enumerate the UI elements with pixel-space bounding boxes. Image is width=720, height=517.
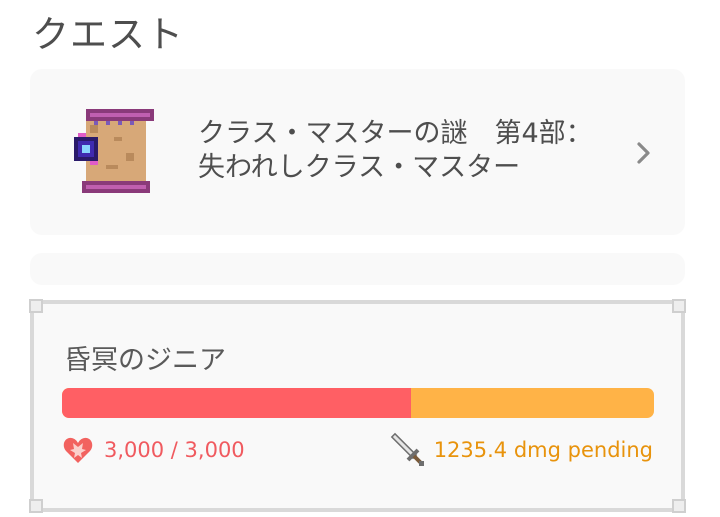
quest-title-line2: 失われしクラス・マスター bbox=[198, 152, 521, 183]
corner-ornament bbox=[672, 499, 686, 513]
quest-title-line1: クラス・マスターの謎 第4部： bbox=[198, 118, 593, 149]
scroll-icon bbox=[74, 109, 154, 193]
chevron-right-icon[interactable] bbox=[634, 141, 654, 165]
pending-damage-text: 1235.4 dmg pending bbox=[433, 438, 653, 462]
sword-icon bbox=[390, 432, 424, 466]
boss-name: 昏冥のジニア bbox=[64, 345, 226, 376]
page-title: クエスト bbox=[32, 13, 184, 56]
corner-ornament bbox=[29, 499, 43, 513]
corner-ornament bbox=[29, 299, 43, 313]
boss-health-bar bbox=[62, 388, 654, 418]
quest-title: クラス・マスターの謎 第4部： 失われしクラス・マスター bbox=[198, 117, 618, 185]
boss-panel: 昏冥のジニア 3,000 / 3,000 1235.4 dmg pending bbox=[29, 299, 686, 513]
health-readout: 3,000 / 3,000 bbox=[62, 434, 245, 466]
health-text: 3,000 / 3,000 bbox=[104, 438, 245, 462]
quest-card[interactable]: クラス・マスターの謎 第4部： 失われしクラス・マスター bbox=[30, 69, 685, 235]
corner-ornament bbox=[672, 299, 686, 313]
empty-card bbox=[30, 253, 685, 285]
pending-damage-readout: 1235.4 dmg pending bbox=[390, 432, 653, 468]
heart-icon bbox=[63, 437, 93, 463]
health-bar-fill bbox=[62, 388, 412, 418]
